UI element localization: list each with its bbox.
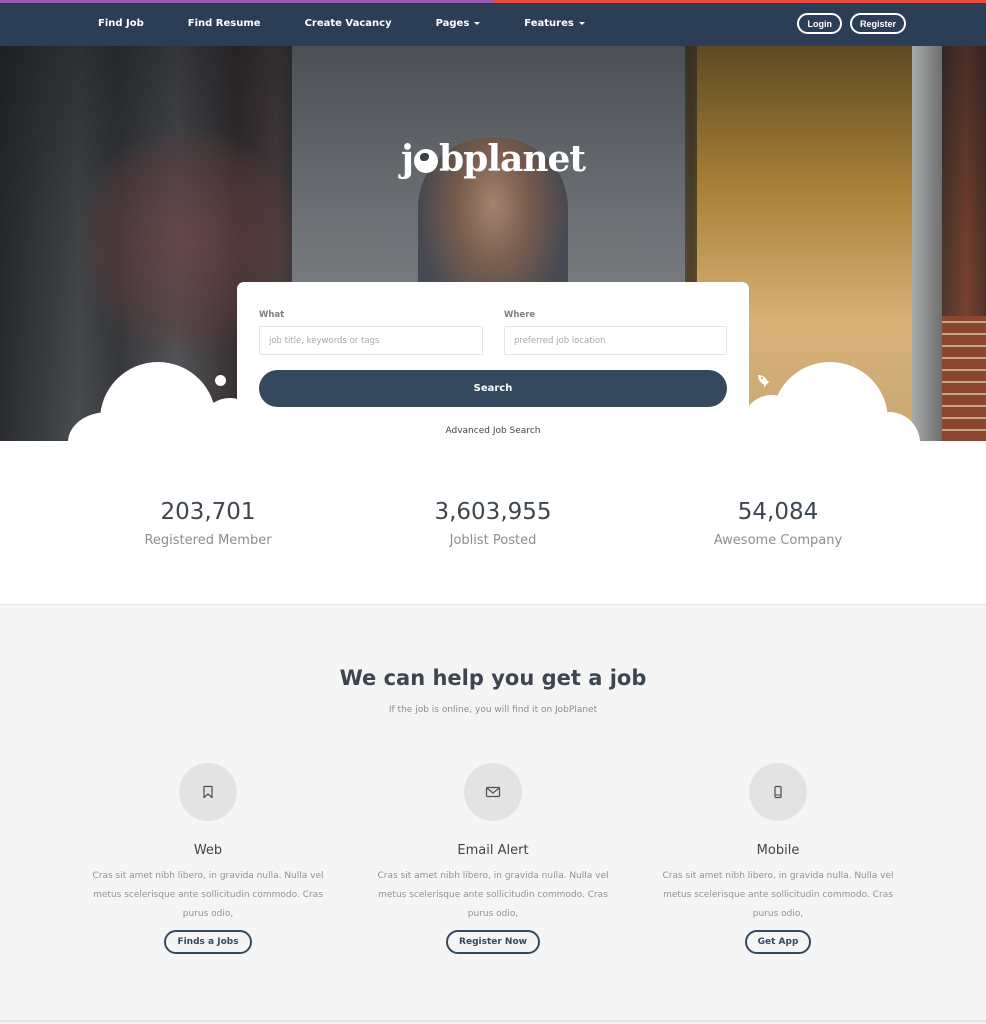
where-label: Where: [504, 310, 536, 320]
cloud-decoration-left: [68, 412, 148, 472]
section-title: We can help you get a job: [339, 666, 647, 690]
chevron-down-icon: [474, 22, 481, 25]
accent-bar-red: [493, 0, 986, 3]
help-section: We can help you get a job If the job is …: [0, 606, 986, 1022]
advanced-job-search-link[interactable]: Advanced Job Search: [237, 426, 749, 436]
nav-link-label: Find Job: [98, 17, 144, 29]
chevron-down-icon: [578, 22, 585, 25]
feature-title: Email Alert: [457, 843, 529, 858]
cloud-decoration-right: [858, 412, 920, 474]
jobplanet-logo[interactable]: j bplanet: [0, 138, 986, 180]
accent-bar-purple: [0, 0, 493, 3]
nav-link-label: Features: [524, 17, 574, 29]
feature-description: Cras sit amet nibh libero, in gravida nu…: [92, 871, 324, 919]
nav-link-find-job[interactable]: Find Job: [98, 18, 144, 29]
stat-label: Registered Member: [144, 533, 272, 548]
top-accent-bar: [0, 0, 986, 3]
nav-link-features[interactable]: Features: [524, 18, 585, 29]
stat-value: 3,603,955: [434, 499, 552, 525]
stat-label: Joblist Posted: [449, 533, 537, 548]
nav-link-create-vacancy[interactable]: Create Vacancy: [305, 18, 392, 29]
hero-background-doorframe: [912, 46, 942, 441]
feature-title: Web: [193, 843, 223, 858]
where-input[interactable]: [504, 326, 727, 355]
hero-background-brick: [942, 316, 986, 441]
feature-title: Mobile: [756, 843, 800, 858]
job-search-card: What Where Search Advanced Job Search: [237, 282, 749, 452]
nav-link-label: Find Resume: [187, 17, 261, 29]
feature-icon-circle: [749, 763, 807, 821]
register-button[interactable]: Register: [849, 13, 906, 34]
logo-text-prefix: j: [400, 138, 414, 180]
auth-buttons: Login Register: [797, 13, 906, 34]
feature-icon-circle: [464, 763, 522, 821]
search-button[interactable]: Search: [259, 370, 727, 407]
globe-icon: [413, 149, 438, 173]
nav-link-label: Create Vacancy: [304, 17, 392, 29]
nav-links: Find Job Find Resume Create Vacancy Page…: [98, 0, 629, 46]
feature-email-alert: Email Alert Cras sit amet nibh libero, i…: [363, 763, 623, 954]
dot-decoration: [215, 375, 226, 386]
feature-description: Cras sit amet nibh libero, in gravida nu…: [377, 871, 609, 919]
nav-link-label: Pages: [435, 17, 470, 29]
nav-link-find-resume[interactable]: Find Resume: [188, 18, 261, 29]
stat-value: 203,701: [160, 499, 256, 525]
login-button[interactable]: Login: [797, 13, 842, 34]
what-label: What: [259, 310, 285, 320]
stat-joblist-posted: 3,603,955 Joblist Posted: [343, 499, 643, 548]
section-subtitle: If the job is online, you will find it o…: [388, 705, 598, 715]
feature-icon-circle: [179, 763, 237, 821]
rocket-icon: [758, 375, 770, 388]
nav-link-pages[interactable]: Pages: [436, 18, 481, 29]
stat-label: Awesome Company: [713, 533, 843, 548]
register-now-button[interactable]: Register Now: [446, 930, 540, 954]
mobile-icon: [774, 785, 782, 799]
bookmark-icon: [203, 785, 213, 799]
feature-web: Web Cras sit amet nibh libero, in gravid…: [78, 763, 338, 954]
what-input[interactable]: [259, 326, 483, 355]
logo-text-suffix: bplanet: [438, 138, 586, 180]
feature-description: Cras sit amet nibh libero, in gravida nu…: [662, 871, 894, 919]
finds-a-jobs-button[interactable]: Finds a Jobs: [164, 930, 252, 954]
envelope-icon: [485, 786, 501, 798]
stat-awesome-company: 54,084 Awesome Company: [628, 499, 928, 548]
stat-registered-member: 203,701 Registered Member: [58, 499, 358, 548]
feature-mobile: Mobile Cras sit amet nibh libero, in gra…: [648, 763, 908, 954]
get-app-button[interactable]: Get App: [744, 930, 812, 954]
stat-value: 54,084: [737, 499, 819, 525]
navbar: Find Job Find Resume Create Vacancy Page…: [0, 0, 986, 46]
cloud-decoration-right: [742, 395, 802, 455]
